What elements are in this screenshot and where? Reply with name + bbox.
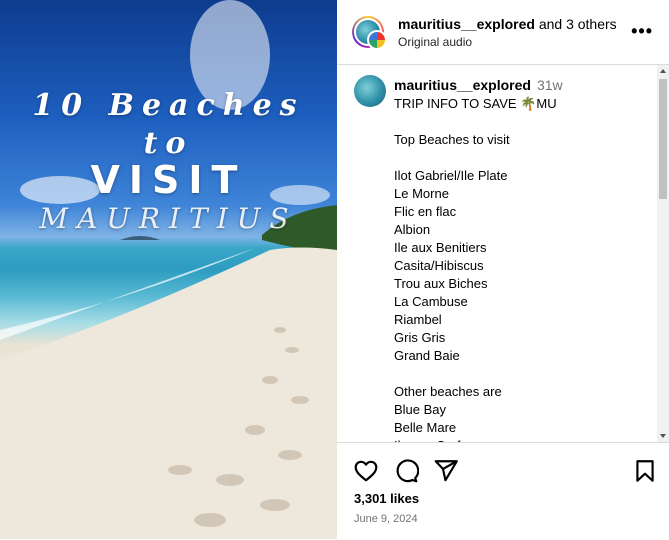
media-title-line3: VISIT: [90, 158, 247, 202]
header-username[interactable]: mauritius__explored: [398, 16, 535, 32]
collab-avatar-badge: [367, 30, 387, 50]
scrollbar-thumb[interactable]: [659, 79, 667, 199]
post-header: mauritius__explored and 3 others Origina…: [337, 0, 669, 65]
media-title-line2: to: [143, 126, 194, 161]
beach-scene-image: [0, 0, 337, 539]
post-actions: 3,301 likes June 9, 2024: [337, 442, 669, 540]
caption-author-line: mauritius__explored 31w: [394, 77, 563, 93]
caption-avatar[interactable]: [354, 75, 386, 107]
caption-age: 31w: [536, 77, 563, 93]
more-options-icon[interactable]: •••: [631, 22, 653, 40]
caption-scroll-area[interactable]: mauritius__explored 31w TRIP INFO TO SAVE…: [337, 65, 657, 442]
likes-count[interactable]: 3,301 likes: [354, 491, 419, 506]
bookmark-icon[interactable]: [632, 458, 658, 484]
media-title-line1: 10 Beaches: [32, 88, 305, 123]
scroll-up-arrow-icon[interactable]: [657, 65, 669, 77]
post-panel: mauritius__explored and 3 others Origina…: [337, 0, 669, 539]
comment-icon[interactable]: [393, 458, 419, 484]
share-icon[interactable]: [433, 458, 459, 484]
caption-username[interactable]: mauritius__explored: [394, 77, 531, 93]
post-date[interactable]: June 9, 2024: [354, 513, 418, 525]
media-title-line4: MAURITIUS: [39, 202, 298, 235]
heart-icon[interactable]: [353, 458, 379, 484]
header-and-others[interactable]: and 3 others: [535, 16, 617, 32]
caption-scrollbar[interactable]: [657, 65, 669, 442]
post-media[interactable]: 10 Beaches to VISIT MAURITIUS: [0, 0, 337, 539]
author-avatar[interactable]: [352, 16, 387, 50]
scroll-down-arrow-icon[interactable]: [657, 430, 669, 442]
audio-label[interactable]: Original audio: [398, 35, 472, 49]
header-author-line[interactable]: mauritius__explored and 3 others: [398, 16, 617, 32]
caption-text: TRIP INFO TO SAVE 🌴MU Top Beaches to vis…: [394, 96, 557, 442]
